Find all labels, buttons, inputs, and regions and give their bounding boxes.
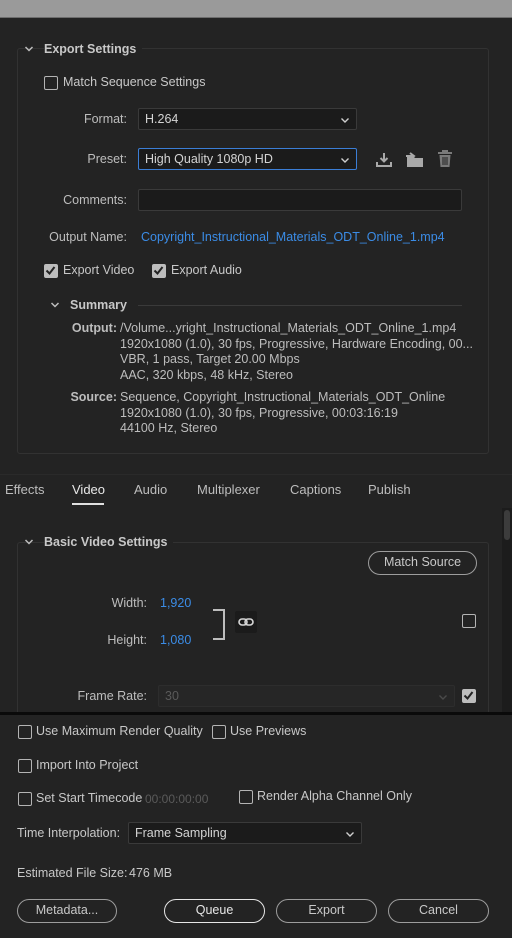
max-render-quality-label: Use Maximum Render Quality: [36, 724, 203, 738]
chevron-down-icon: [438, 691, 448, 705]
preset-value: High Quality 1080p HD: [145, 152, 273, 166]
width-value[interactable]: 1,920: [160, 596, 191, 610]
tab-video[interactable]: Video: [72, 482, 105, 497]
summary-output-line: 1920x1080 (1.0), 30 fps, Progressive, Ha…: [120, 336, 473, 351]
comments-input[interactable]: [138, 189, 462, 211]
import-into-project-checkbox[interactable]: [18, 759, 32, 773]
summary-output-text: /Volume...yright_Instructional_Materials…: [120, 321, 473, 383]
summary-source-line: 1920x1080 (1.0), 30 fps, Progressive, 00…: [120, 405, 398, 420]
summary-source-line: Sequence, Copyright_Instructional_Materi…: [120, 390, 446, 404]
summary-divider: [138, 305, 462, 306]
format-dropdown[interactable]: H.264: [138, 108, 357, 130]
save-preset-icon[interactable]: [374, 150, 394, 170]
cancel-button[interactable]: Cancel: [388, 899, 489, 923]
use-previews-checkbox[interactable]: [212, 725, 226, 739]
summary-output-line: /Volume...yright_Instructional_Materials…: [120, 321, 457, 335]
export-button[interactable]: Export: [276, 899, 377, 923]
summary-source-line: 44100 Hz, Stereo: [120, 421, 218, 435]
summary-source-label: Source:: [70, 390, 117, 404]
chevron-down-icon: [340, 154, 350, 168]
match-sequence-label: Match Sequence Settings: [63, 75, 206, 89]
set-start-timecode-label: Set Start Timecode: [36, 791, 143, 805]
chevron-down-icon[interactable]: [50, 300, 60, 310]
import-preset-icon[interactable]: [404, 150, 426, 170]
render-alpha-label: Render Alpha Channel Only: [257, 789, 412, 803]
export-audio-checkbox[interactable]: [152, 264, 166, 278]
set-start-timecode-checkbox[interactable]: [18, 792, 32, 806]
aspect-lock-bracket: [213, 609, 225, 640]
summary-output-line: AAC, 320 kbps, 48 kHz, Stereo: [120, 367, 294, 382]
export-video-label: Export Video: [63, 263, 135, 277]
chevron-down-icon[interactable]: [24, 537, 34, 547]
format-value: H.264: [145, 112, 179, 126]
summary-source-text: Sequence, Copyright_Instructional_Materi…: [120, 390, 445, 437]
tab-effects[interactable]: Effects: [5, 482, 45, 497]
preset-label: Preset:: [87, 152, 127, 166]
tab-publish[interactable]: Publish: [368, 482, 411, 497]
max-render-quality-checkbox[interactable]: [18, 725, 32, 739]
estimated-file-size-value: 476 MB: [129, 866, 173, 880]
time-interpolation-label: Time Interpolation:: [17, 826, 121, 840]
resize-checkbox[interactable]: [462, 614, 476, 628]
summary-output-label: Output:: [71, 321, 117, 335]
tab-captions[interactable]: Captions: [290, 482, 341, 497]
comments-label: Comments:: [63, 193, 127, 207]
tab-multiplexer[interactable]: Multiplexer: [197, 482, 260, 497]
match-source-button[interactable]: Match Source: [368, 551, 477, 575]
basic-video-title: Basic Video Settings: [44, 535, 174, 549]
preset-dropdown[interactable]: High Quality 1080p HD: [138, 148, 357, 170]
summary-title: Summary: [70, 298, 127, 312]
delete-preset-icon[interactable]: [436, 149, 454, 169]
output-name-link[interactable]: Copyright_Instructional_Materials_ODT_On…: [141, 230, 445, 244]
chevron-down-icon: [345, 828, 355, 842]
height-value[interactable]: 1,080: [160, 633, 191, 647]
frame-rate-value: 30: [165, 689, 179, 703]
export-audio-label: Export Audio: [171, 263, 242, 277]
use-previews-label: Use Previews: [230, 724, 307, 738]
queue-button[interactable]: Queue: [164, 899, 265, 923]
export-video-checkbox[interactable]: [44, 264, 58, 278]
metadata-button[interactable]: Metadata...: [17, 899, 117, 923]
tab-audio[interactable]: Audio: [134, 482, 167, 497]
estimated-file-size-label: Estimated File Size:: [17, 866, 128, 880]
render-alpha-checkbox[interactable]: [239, 790, 253, 804]
frame-rate-label: Frame Rate:: [77, 689, 147, 703]
chevron-down-icon: [340, 114, 350, 128]
window-top-strip: [0, 0, 512, 18]
import-into-project-label: Import Into Project: [36, 758, 139, 772]
width-label: Width:: [111, 596, 147, 610]
frame-rate-checkbox[interactable]: [462, 689, 476, 703]
output-name-label: Output Name:: [49, 230, 127, 244]
chevron-down-icon[interactable]: [24, 44, 34, 54]
format-label: Format:: [83, 112, 127, 126]
match-sequence-checkbox[interactable]: [44, 76, 58, 90]
start-timecode-field[interactable]: 00:00:00:00: [145, 792, 208, 806]
tab-video-underline: [72, 503, 104, 505]
summary-output-line: VBR, 1 pass, Target 20.00 Mbps: [120, 352, 300, 366]
height-label: Height:: [107, 633, 147, 647]
time-interpolation-value: Frame Sampling: [135, 826, 227, 840]
export-settings-title: Export Settings: [44, 42, 143, 56]
time-interpolation-dropdown[interactable]: Frame Sampling: [128, 822, 362, 844]
scrollbar-thumb[interactable]: [504, 510, 510, 540]
link-icon[interactable]: [235, 611, 257, 633]
frame-rate-dropdown[interactable]: 30: [158, 685, 455, 707]
